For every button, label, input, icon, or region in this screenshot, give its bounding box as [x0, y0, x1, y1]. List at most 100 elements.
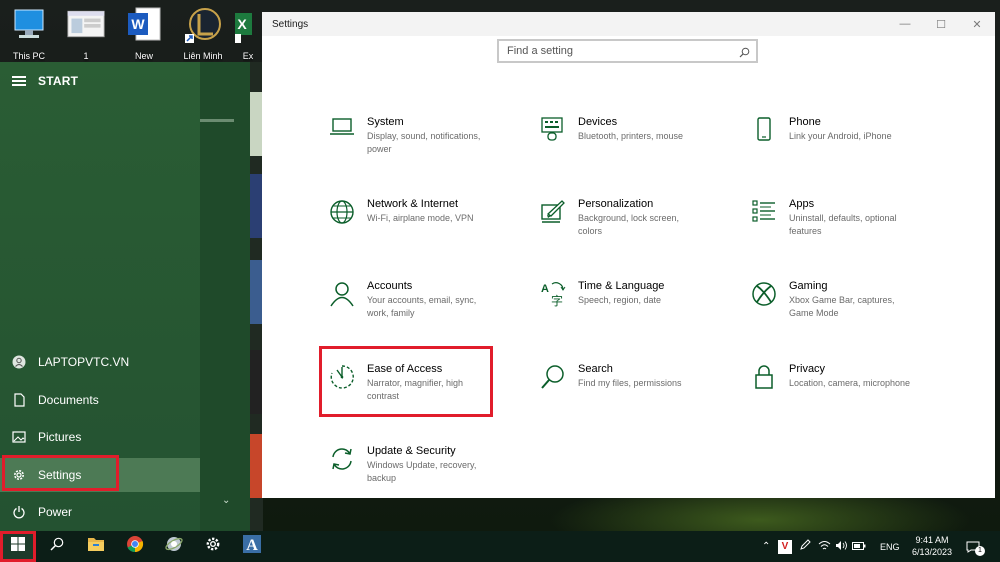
hamburger-icon[interactable]: [12, 76, 26, 86]
category-system[interactable]: System Display, sound, notifications, po…: [329, 115, 509, 185]
search-box: [497, 39, 758, 63]
start-item-power[interactable]: Power: [0, 495, 200, 529]
category-desc: Xbox Game Bar, captures, Game Mode: [789, 295, 895, 318]
search-icon[interactable]: [739, 45, 750, 63]
tray-overflow-button[interactable]: ⌃: [762, 531, 770, 562]
category-desc: Uninstall, defaults, optional features: [789, 213, 897, 236]
app-tile[interactable]: [249, 260, 263, 324]
close-button[interactable]: ✕: [959, 12, 995, 36]
category-search[interactable]: Search Find my files, permissions: [540, 362, 720, 432]
start-item-label: Documents: [38, 393, 99, 407]
xbox-icon: [751, 279, 777, 306]
app-tile[interactable]: [249, 434, 263, 498]
start-item-label: Power: [38, 505, 73, 519]
paint-icon: [540, 197, 566, 223]
speaker-icon: [835, 538, 848, 556]
file-explorer-icon: [87, 536, 105, 557]
maximize-button[interactable]: ☐: [923, 12, 959, 36]
keyboard-icon: [540, 115, 566, 141]
category-gaming[interactable]: Gaming Xbox Game Bar, captures, Game Mod…: [751, 279, 931, 349]
taskbar: A ⌃ V ENG 9:41 AM 6/13/2023 1: [0, 531, 1000, 562]
scroll-indicator[interactable]: [200, 119, 234, 122]
language-indicator: ENG: [880, 541, 900, 552]
notification-count: 1: [975, 545, 985, 556]
taskbar-settings[interactable]: [194, 531, 232, 562]
league-icon: [183, 4, 223, 44]
category-update-security[interactable]: Update & Security Windows Update, recove…: [329, 444, 509, 514]
category-name: Update & Security: [367, 445, 456, 457]
search-icon: [540, 362, 566, 389]
clock-date: 6/13/2023: [911, 547, 953, 557]
lock-icon: [751, 362, 777, 389]
start-button[interactable]: [0, 531, 36, 562]
desktop-icon-this-pc[interactable]: This PC: [3, 4, 55, 62]
app-tile[interactable]: [249, 350, 263, 414]
category-desc: Bluetooth, printers, mouse: [578, 131, 684, 141]
sync-icon: [329, 444, 355, 470]
category-devices[interactable]: Devices Bluetooth, printers, mouse: [540, 115, 720, 185]
keyboard-badge: V: [778, 539, 792, 554]
search-icon: [50, 537, 64, 556]
chevron-down-icon[interactable]: ⌄: [222, 495, 230, 506]
taskbar-file-explorer[interactable]: [77, 531, 115, 562]
search-input[interactable]: [507, 45, 735, 57]
category-accounts[interactable]: Accounts Your accounts, email, sync, wor…: [329, 279, 509, 349]
tray-wifi[interactable]: [818, 531, 831, 562]
desktop-icon-label: This PC: [12, 51, 45, 61]
laptop-icon: [329, 115, 355, 141]
minimize-button[interactable]: —: [887, 12, 923, 36]
category-apps[interactable]: Apps Uninstall, defaults, optional featu…: [751, 197, 931, 267]
category-phone[interactable]: Phone Link your Android, iPhone: [751, 115, 931, 185]
taskbar-search-button[interactable]: [38, 531, 76, 562]
wifi-icon: [818, 538, 831, 556]
start-menu: START LAPTOPVTC.VN Documents Pictures Se: [0, 62, 250, 531]
desktop-icon-excel[interactable]: X Ex: [235, 4, 261, 62]
category-desc: Display, sound, notifications, power: [367, 131, 481, 154]
desktop-icon-label: Ex: [242, 51, 254, 61]
start-item-documents[interactable]: Documents: [0, 383, 200, 417]
power-icon: [12, 505, 26, 519]
title-bar[interactable]: Settings — ☐ ✕: [262, 12, 995, 36]
taskbar-chrome[interactable]: [116, 531, 154, 562]
settings-highlight-box: [2, 455, 119, 491]
tray-clock[interactable]: 9:41 AM 6/13/2023: [904, 534, 960, 558]
desktop-icon-label: New: [134, 51, 153, 61]
category-name: Phone: [789, 116, 821, 128]
globe-icon: [329, 197, 355, 224]
app-tile[interactable]: [249, 92, 263, 156]
start-item-pictures[interactable]: Pictures: [0, 420, 200, 454]
taskbar-font-app[interactable]: A: [233, 531, 271, 562]
tray-battery[interactable]: [852, 531, 866, 562]
app-tile[interactable]: [249, 174, 263, 238]
start-title: START: [38, 74, 79, 88]
start-item-user[interactable]: LAPTOPVTC.VN: [0, 345, 200, 379]
desktop-icon-new[interactable]: W New: [118, 4, 170, 62]
category-desc: Background, lock screen, colors: [578, 213, 680, 236]
category-privacy[interactable]: Privacy Location, camera, microphone: [751, 362, 931, 432]
clock-time: 9:41 AM: [915, 535, 949, 545]
desktop-icon-lien-minh[interactable]: Liên Minh: [177, 4, 229, 62]
svg-text:W: W: [131, 16, 145, 32]
taskbar-browser[interactable]: [155, 531, 193, 562]
desktop-icon-label: 1: [83, 51, 89, 61]
tray-pen[interactable]: [799, 531, 811, 562]
tray-volume[interactable]: [835, 531, 848, 562]
chrome-icon: [126, 535, 144, 558]
start-menu-tiles-pane: ⌄: [200, 62, 250, 531]
category-name: Time & Language: [578, 280, 665, 292]
start-header: START: [12, 74, 78, 88]
category-name: Personalization: [578, 198, 654, 210]
category-time-language[interactable]: A字 Time & Language Speech, region, date: [540, 279, 720, 349]
category-network[interactable]: Network & Internet Wi-Fi, airplane mode,…: [329, 197, 509, 267]
start-item-label: LAPTOPVTC.VN: [38, 355, 130, 369]
svg-text:字: 字: [551, 293, 563, 307]
category-personalization[interactable]: Personalization Background, lock screen,…: [540, 197, 720, 267]
category-name: Privacy: [789, 363, 826, 375]
gear-icon: [205, 536, 221, 557]
tray-unikey[interactable]: V: [778, 531, 792, 562]
desktop-icon-1[interactable]: 1: [60, 4, 112, 62]
tray-language[interactable]: ENG: [880, 531, 900, 562]
notification-center-button[interactable]: 1: [966, 531, 985, 562]
ease-of-access-highlight-box: [319, 346, 493, 417]
phone-icon: [751, 115, 777, 141]
